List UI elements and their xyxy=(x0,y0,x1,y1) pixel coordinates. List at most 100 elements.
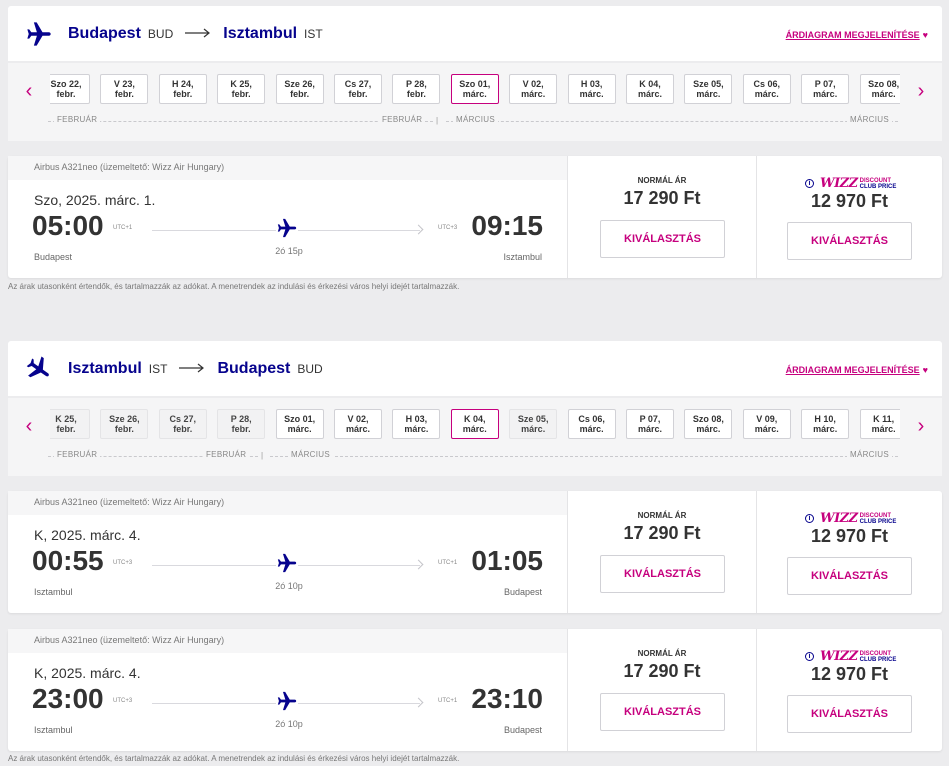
origin-code: BUD xyxy=(147,27,174,41)
date-option[interactable]: Szo 01, márc. xyxy=(275,409,324,439)
date-day: V 09, xyxy=(756,414,778,424)
prev-dates-button[interactable]: ‹ xyxy=(22,81,36,101)
discount-club-badge: i WIZZ DISCOUNT CLUB PRICE xyxy=(805,649,896,664)
date-option[interactable]: Sze 05, márc. xyxy=(684,74,733,104)
month-label: MÁRCIUS xyxy=(847,450,892,459)
date-option[interactable]: Cs 06, márc. xyxy=(742,74,791,104)
date-option[interactable]: K 04, márc. xyxy=(626,74,674,104)
departure-time: 00:55 xyxy=(32,545,104,576)
date-option[interactable]: P 28, febr. xyxy=(392,74,441,104)
date-day: P 07, xyxy=(639,414,661,424)
date-day: Cs 06, xyxy=(578,414,605,424)
info-icon[interactable]: i xyxy=(805,652,814,661)
departure-timezone: UTC+3 xyxy=(113,560,133,566)
select-club-fare-button[interactable]: KIVÁLASZTÁS xyxy=(787,695,912,733)
date-month: febr. xyxy=(231,424,251,434)
prev-dates-button[interactable]: ‹ xyxy=(22,416,36,436)
date-option[interactable]: P 28, febr. xyxy=(217,409,266,439)
date-option[interactable]: Sze 26, febr. xyxy=(100,409,149,439)
date-option[interactable]: Cs 27, febr. xyxy=(334,74,382,104)
route-arrow-icon xyxy=(185,28,211,38)
normal-price-panel: NORMÁL ÁR 17 290 Ft KIVÁLASZTÁS xyxy=(567,491,756,613)
date-month: febr. xyxy=(406,89,426,99)
date-month: febr. xyxy=(348,89,368,99)
outbound-date-list: Szo 22, febr. V 23, febr. H 24, febr. K 25, feb… xyxy=(50,74,900,104)
date-option[interactable]: V 02, márc. xyxy=(334,409,382,439)
date-option[interactable]: Szo 08, márc. xyxy=(684,409,733,439)
date-month: márc. xyxy=(754,89,779,99)
date-option[interactable]: K 25, febr. xyxy=(50,409,90,439)
price-note: Az árak utasonként értendők, és tartalma… xyxy=(8,754,460,763)
normal-price: 17 290 Ft xyxy=(623,661,701,681)
destination-code: BUD xyxy=(297,362,323,376)
date-option[interactable]: V 23, febr. xyxy=(100,74,149,104)
flight-date: Szo, 2025. márc. 1. xyxy=(34,192,156,208)
club-price-text: CLUB PRICE xyxy=(859,656,897,663)
club-price-panel: i WIZZ DISCOUNT CLUB PRICE 12 970 Ft KIVÁLASZ… xyxy=(756,491,942,613)
date-day: K 25, xyxy=(55,414,77,424)
date-month: febr. xyxy=(114,89,134,99)
date-option[interactable]: Szo 01, márc. xyxy=(450,74,499,104)
departure-time: 05:00 xyxy=(32,210,104,241)
date-option[interactable]: P 07, márc. xyxy=(801,74,850,104)
normal-price-label: NORMÁL ÁR xyxy=(637,649,687,658)
select-normal-fare-button[interactable]: KIVÁLASZTÁS xyxy=(600,693,725,731)
date-option[interactable]: V 09, márc. xyxy=(742,409,791,439)
date-option[interactable]: H 10, márc. xyxy=(801,409,850,439)
destination-city: Budapest xyxy=(217,360,291,377)
origin-city: Budapest xyxy=(68,25,141,42)
date-day: Sze 26, xyxy=(284,79,315,89)
date-option[interactable]: K 04, márc. xyxy=(450,409,499,439)
date-option[interactable]: Cs 06, márc. xyxy=(567,409,616,439)
date-option[interactable]: Cs 27, febr. xyxy=(158,409,207,439)
aircraft-info: Airbus A321neo (üzemeltető: Wizz Air Hun… xyxy=(8,629,567,653)
date-option[interactable]: K 25, febr. xyxy=(217,74,266,104)
date-option[interactable]: Sze 05, márc. xyxy=(509,409,558,439)
month-label: MÁRCIUS xyxy=(453,115,498,124)
flight-card: Airbus A321neo (üzemeltető: Wizz Air Hun… xyxy=(8,629,942,751)
price-chart-link[interactable]: ÁRDIAGRAM MEGJELENÍTÉSE ♥ xyxy=(786,365,928,375)
date-option[interactable]: V 02, márc. xyxy=(509,74,558,104)
price-chart-label: ÁRDIAGRAM MEGJELENÍTÉSE xyxy=(785,30,920,40)
normal-price-label: NORMÁL ÁR xyxy=(637,511,687,520)
date-day: Cs 27, xyxy=(169,414,197,424)
date-option[interactable]: H 24, febr. xyxy=(158,74,207,104)
arrival-time: 09:15 xyxy=(471,210,543,241)
inbound-date-selector: ‹ K 25, febr. Sze 26, febr. Cs 27, febr. P 28,… xyxy=(8,398,942,476)
next-dates-button[interactable]: › xyxy=(914,416,928,436)
flight-card: Airbus A321neo (üzemeltető: Wizz Air Hun… xyxy=(8,156,942,278)
arrival-timezone: UTC+1 xyxy=(438,560,458,566)
date-day: V 02, xyxy=(522,79,544,89)
club-price-panel: i WIZZ DISCOUNT CLUB PRICE 12 970 Ft KIVÁLASZ… xyxy=(756,156,942,278)
date-month: febr. xyxy=(173,424,193,434)
price-chart-link[interactable]: ÁRDIAGRAM MEGJELENÍTÉSE ♥ xyxy=(786,30,928,40)
date-day: Szo 01, xyxy=(284,414,316,424)
date-option[interactable]: Szo 08, márc. xyxy=(859,74,900,104)
date-day: Szo 22, xyxy=(50,79,82,89)
date-option[interactable]: H 03, márc. xyxy=(567,74,616,104)
date-day: Sze 05, xyxy=(693,79,724,89)
club-price: 12 970 Ft xyxy=(810,526,889,546)
club-price-text: CLUB PRICE xyxy=(859,183,897,190)
date-option[interactable]: K 11, márc. xyxy=(859,409,900,439)
date-option[interactable]: P 07, márc. xyxy=(626,409,674,439)
inbound-date-list: K 25, febr. Sze 26, febr. Cs 27, febr. P 28, fe… xyxy=(50,409,900,439)
select-normal-fare-button[interactable]: KIVÁLASZTÁS xyxy=(600,555,725,593)
date-option[interactable]: H 03, márc. xyxy=(392,409,441,439)
date-option[interactable]: Sze 26, febr. xyxy=(275,74,324,104)
normal-price-panel: NORMÁL ÁR 17 290 Ft KIVÁLASZTÁS xyxy=(567,156,756,278)
select-club-fare-button[interactable]: KIVÁLASZTÁS xyxy=(787,222,912,260)
next-dates-button[interactable]: › xyxy=(914,81,928,101)
select-club-fare-button[interactable]: KIVÁLASZTÁS xyxy=(787,557,912,595)
normal-price-panel: NORMÁL ÁR 17 290 Ft KIVÁLASZTÁS xyxy=(567,629,756,751)
info-icon[interactable]: i xyxy=(805,179,814,188)
arrival-timezone: UTC+3 xyxy=(438,225,458,231)
info-icon[interactable]: i xyxy=(805,514,814,523)
date-option[interactable]: Szo 22, febr. xyxy=(50,74,90,104)
date-day: Szo 08, xyxy=(868,79,900,89)
destination-code: IST xyxy=(304,27,323,41)
normal-price: 17 290 Ft xyxy=(623,188,701,208)
select-normal-fare-button[interactable]: KIVÁLASZTÁS xyxy=(600,220,725,258)
arrival-plane-icon xyxy=(19,349,60,389)
departure-city: Isztambul xyxy=(34,587,73,597)
